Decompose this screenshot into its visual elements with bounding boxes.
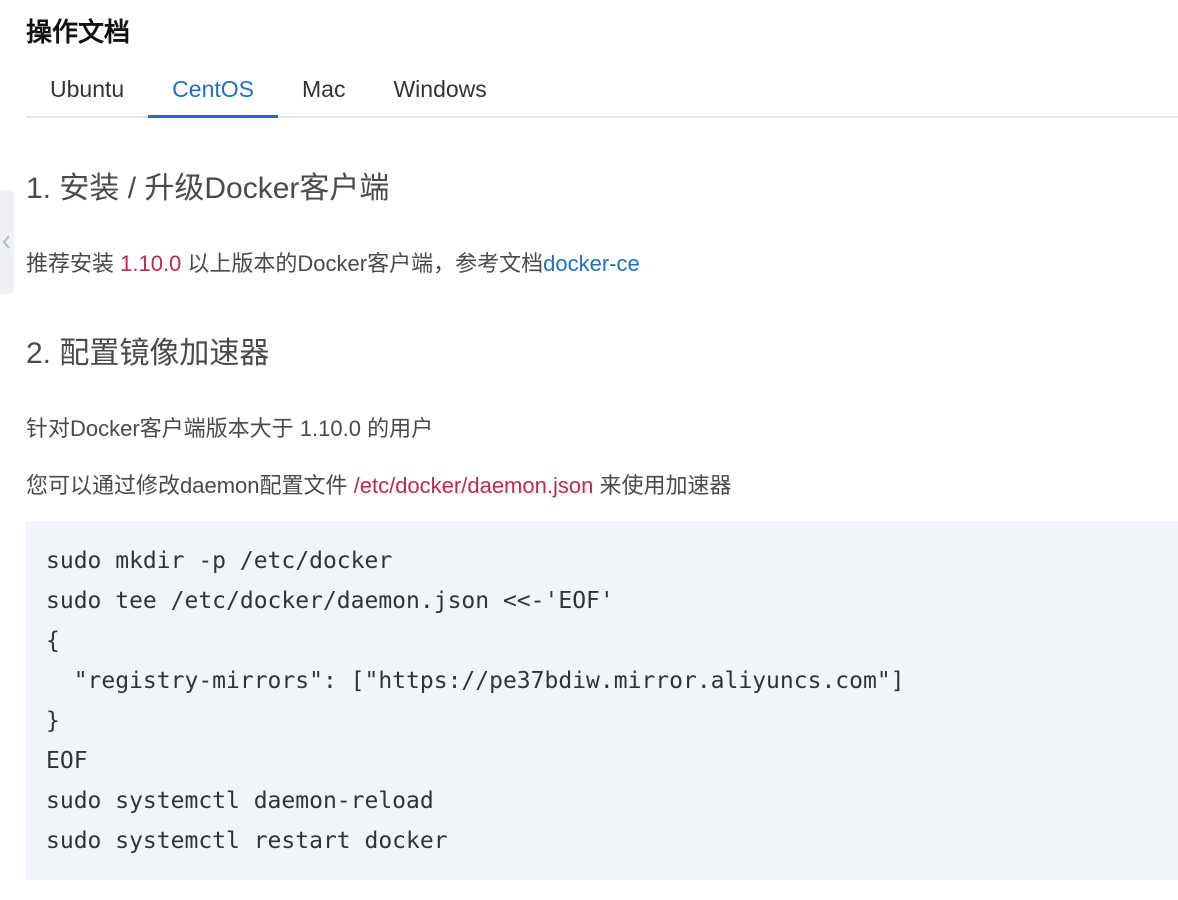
page-title: 操作文档 [26, 17, 131, 47]
version-highlight: 1.10.0 [120, 251, 182, 276]
section-install-heading: 1. 安装 / 升级Docker客户端 [26, 172, 390, 205]
code-line: EOF [46, 748, 88, 774]
install-text-before: 推荐安装 [26, 251, 121, 276]
tab-centos[interactable]: CentOS [148, 62, 278, 118]
os-tabs: Ubuntu CentOS Mac Windows [26, 62, 1178, 118]
code-line: sudo tee /etc/docker/daemon.json <<-'EOF… [46, 588, 614, 614]
code-line: sudo systemctl daemon-reload [46, 788, 434, 814]
side-collapse-handle[interactable] [0, 190, 14, 294]
install-text-middle: 以上版本的Docker客户端，参考文档 [181, 251, 544, 276]
code-line: "registry-mirrors": ["https://pe37bdiw.m… [46, 668, 905, 694]
tab-windows[interactable]: Windows [369, 62, 510, 116]
tab-ubuntu[interactable]: Ubuntu [26, 62, 148, 116]
code-line: } [46, 708, 60, 734]
mirror-text-before: 您可以通过修改daemon配置文件 [26, 473, 354, 498]
mirror-text-after: 来使用加速器 [593, 473, 732, 498]
mirror-instructions: 您可以通过修改daemon配置文件 /etc/docker/daemon.jso… [26, 470, 731, 502]
code-line: sudo mkdir -p /etc/docker [46, 548, 393, 574]
tab-mac[interactable]: Mac [278, 62, 369, 116]
docker-ce-link[interactable]: docker-ce [543, 251, 640, 276]
mirror-target-users: 针对Docker客户端版本大于 1.10.0 的用户 [26, 416, 434, 441]
code-line: sudo systemctl restart docker [46, 828, 448, 854]
code-line: { [46, 628, 60, 654]
config-path: /etc/docker/daemon.json [353, 473, 594, 498]
code-block: sudo mkdir -p /etc/docker sudo tee /etc/… [26, 521, 1178, 880]
section-mirror-heading: 2. 配置镜像加速器 [26, 337, 270, 370]
chevron-left-icon [2, 235, 10, 249]
install-recommendation: 推荐安装 1.10.0 以上版本的Docker客户端，参考文档docker-ce [26, 248, 640, 280]
